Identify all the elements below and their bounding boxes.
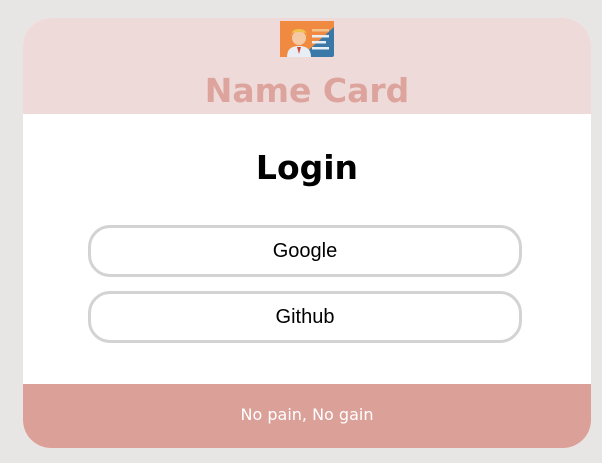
login-panel: Login Google Github	[23, 114, 591, 384]
footer-motto: No pain, No gain	[240, 405, 374, 424]
google-login-button[interactable]: Google	[88, 225, 522, 277]
brand-title: Name Card	[204, 71, 410, 110]
card-header: Name Card	[23, 18, 591, 114]
github-login-button[interactable]: Github	[88, 291, 522, 343]
card-footer: No pain, No gain	[23, 384, 591, 448]
login-title: Login	[255, 148, 359, 187]
login-card: Name Card Login Google Github No pain, N…	[23, 18, 591, 448]
id-card-icon	[280, 21, 334, 57]
